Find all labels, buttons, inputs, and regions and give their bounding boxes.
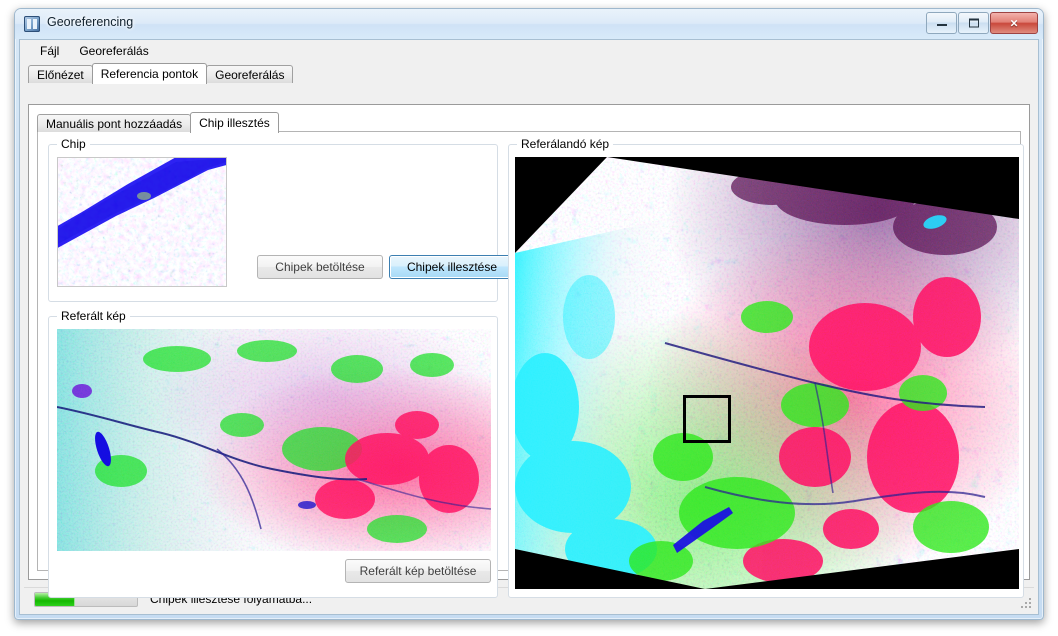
group-referalando-kep: Referálandó kép <box>508 137 1024 598</box>
maximize-icon <box>968 18 979 28</box>
match-chips-button-label: Chipek illesztése <box>406 260 498 274</box>
group-chip: Chip Chipek betöltése Chipek illesztése <box>48 137 515 302</box>
menu-item-fajl[interactable]: Fájl <box>30 41 69 61</box>
close-button[interactable]: × <box>990 12 1038 34</box>
sub-tab-panel-chip-illesztes: Chip Chipek betöltése Chipek illesztése … <box>37 131 1024 598</box>
chip-location-box[interactable] <box>683 395 731 443</box>
sub-tab-chip-illesztes[interactable]: Chip illesztés <box>190 112 279 133</box>
load-chips-button[interactable]: Chipek betöltése <box>257 255 383 279</box>
tab-georeferalas[interactable]: Georeferálás <box>206 65 294 83</box>
minimize-button[interactable] <box>926 12 957 34</box>
load-reference-image-button-label: Referált kép betöltése <box>359 564 477 578</box>
group-referalt-kep-legend: Referált kép <box>57 309 130 323</box>
sub-tab-strip: Manuális pont hozzáadás Chip illesztés <box>37 111 279 133</box>
minimize-icon <box>936 20 947 26</box>
chip-image[interactable] <box>57 157 227 287</box>
chip-image-raster <box>58 158 226 286</box>
title-bar[interactable]: Georeferencing × <box>15 9 1043 39</box>
target-image[interactable] <box>515 157 1019 589</box>
main-tab-strip: Előnézet Referencia pontok Georeferálás <box>28 62 1030 84</box>
menu-item-georeferalas[interactable]: Georeferálás <box>69 41 158 61</box>
menu-bar: Fájl Georeferálás <box>20 40 1038 62</box>
group-referalando-kep-legend: Referálandó kép <box>517 137 614 151</box>
group-referalt-kep: Referált kép Referált kép betöltése <box>48 309 498 598</box>
load-reference-image-button[interactable]: Referált kép betöltése <box>345 559 491 583</box>
app-icon <box>24 16 40 32</box>
group-chip-legend: Chip <box>57 137 90 151</box>
reference-image[interactable] <box>57 329 491 551</box>
window-title: Georeferencing <box>47 15 134 29</box>
tab-panel-referencia-pontok: Manuális pont hozzáadás Chip illesztés C… <box>28 104 1030 598</box>
load-chips-button-label: Chipek betöltése <box>275 260 365 274</box>
reference-image-raster <box>57 329 491 551</box>
target-image-raster <box>515 157 1019 589</box>
sub-tab-manualis-pont-hozzaadas[interactable]: Manuális pont hozzáadás <box>37 114 192 132</box>
tab-referencia-pontok[interactable]: Referencia pontok <box>91 63 208 84</box>
window-controls: × <box>926 12 1038 34</box>
match-chips-button[interactable]: Chipek illesztése <box>389 255 515 279</box>
close-icon: × <box>1010 15 1018 31</box>
client-area: Fájl Georeferálás Előnézet Referencia po… <box>19 39 1039 615</box>
application-window: Georeferencing × Fájl Georeferálás Előné… <box>14 8 1044 620</box>
tab-elonezet[interactable]: Előnézet <box>28 65 93 83</box>
maximize-button[interactable] <box>958 12 989 34</box>
desktop-background: Georeferencing × Fájl Georeferálás Előné… <box>0 0 1058 636</box>
